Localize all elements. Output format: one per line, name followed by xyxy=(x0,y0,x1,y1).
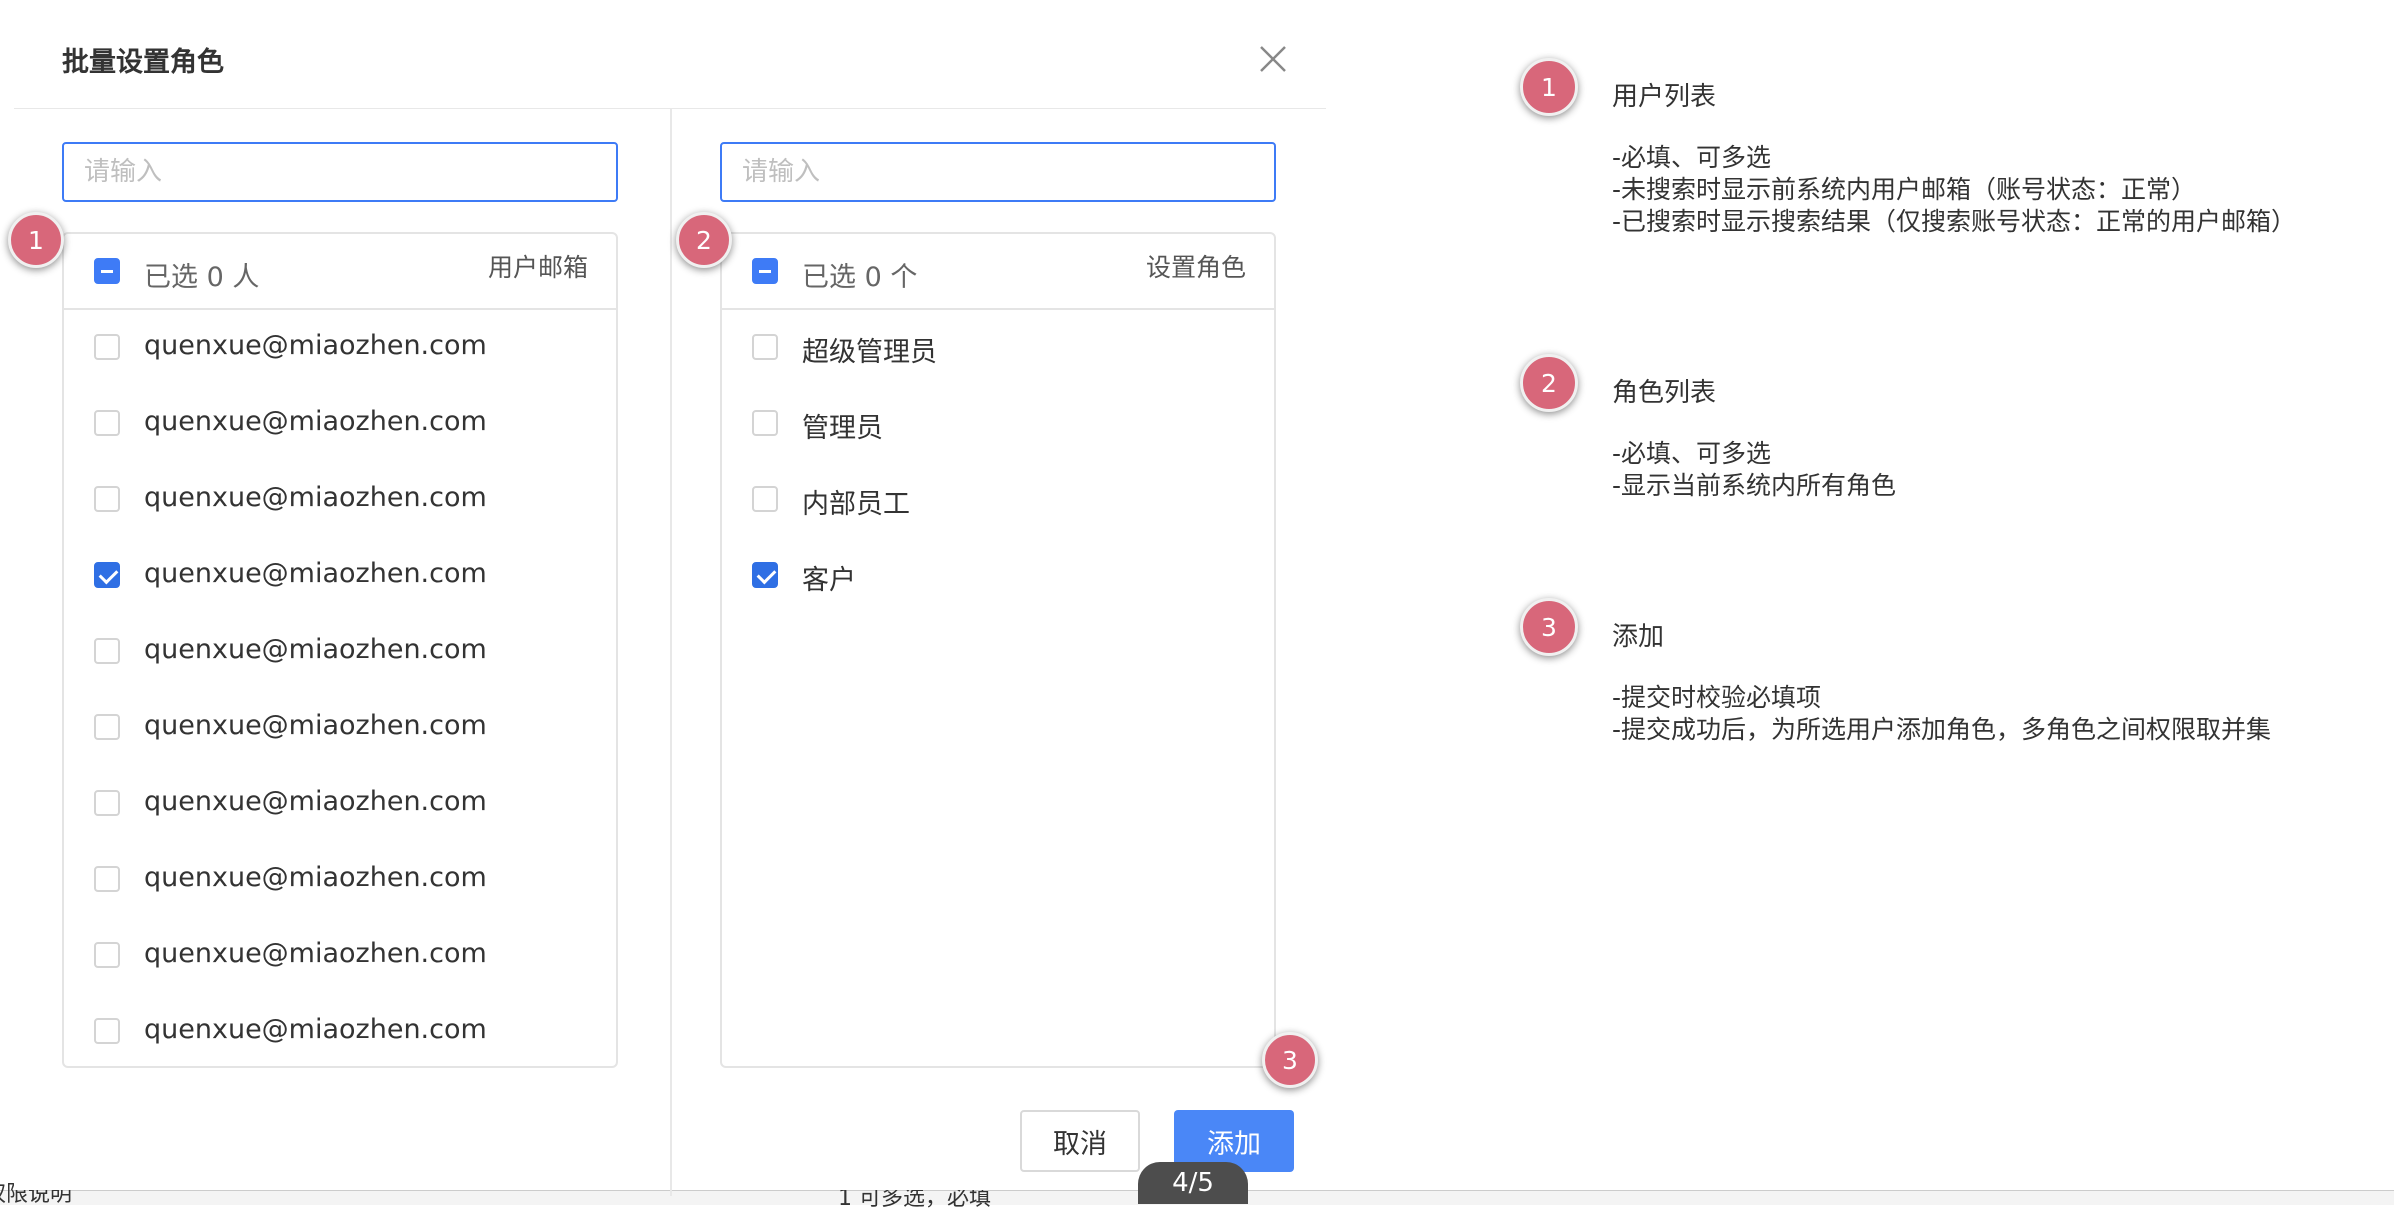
role-label: 管理员 xyxy=(802,413,883,444)
annotation-number: 1 xyxy=(1520,58,1578,116)
role-selected-count: 已选 0 个 xyxy=(802,262,918,293)
user-row[interactable]: quenxue@miaozhen.com xyxy=(64,614,616,690)
user-search-input[interactable] xyxy=(62,142,618,202)
close-icon[interactable] xyxy=(1256,42,1290,76)
role-checkbox[interactable] xyxy=(752,410,778,436)
user-list-header: 已选 0 人 用户邮箱 xyxy=(64,234,616,310)
user-label: quenxue@miaozhen.com xyxy=(144,710,487,741)
select-all-users-checkbox[interactable] xyxy=(94,258,120,284)
user-selected-count: 已选 0 人 xyxy=(144,262,260,293)
user-list-panel: 已选 0 人 用户邮箱 quenxue@miaozhen.com quenxue@… xyxy=(62,232,618,1068)
role-checkbox[interactable] xyxy=(752,486,778,512)
user-checkbox[interactable] xyxy=(94,714,120,740)
annotation-number: 3 xyxy=(1520,598,1578,656)
user-label: quenxue@miaozhen.com xyxy=(144,786,487,817)
user-row[interactable]: quenxue@miaozhen.com xyxy=(64,766,616,842)
modal-header: 批量设置角色 xyxy=(14,6,1326,109)
batch-set-role-modal: 批量设置角色 已选 0 人 用户邮箱 quenxue@miaozhen.com q… xyxy=(14,6,1326,1196)
user-row[interactable]: quenxue@miaozhen.com xyxy=(64,690,616,766)
user-row[interactable]: quenxue@miaozhen.com xyxy=(64,842,616,918)
panel-divider xyxy=(670,108,672,1196)
annotation-number: 2 xyxy=(1520,354,1578,412)
select-all-roles-checkbox[interactable] xyxy=(752,258,778,284)
role-search-input[interactable] xyxy=(720,142,1276,202)
user-label: quenxue@miaozhen.com xyxy=(144,482,487,513)
user-checkbox[interactable] xyxy=(94,866,120,892)
user-checkbox[interactable] xyxy=(94,334,120,360)
role-label: 内部员工 xyxy=(802,489,910,520)
annotation-marker-3: 3 xyxy=(1262,1032,1318,1088)
annotation-marker-2: 2 xyxy=(676,212,732,268)
annotation-line: -未搜索时显示前系统内用户邮箱（账号状态：正常） xyxy=(1612,175,2197,204)
role-row[interactable]: 管理员 xyxy=(722,386,1274,462)
role-column-header: 设置角色 xyxy=(1145,253,1246,282)
role-row[interactable]: 超级管理员 xyxy=(722,310,1274,386)
role-row[interactable]: 客户 xyxy=(722,538,1274,614)
annotation-line: -必填、可多选 xyxy=(1612,143,1772,172)
user-label: quenxue@miaozhen.com xyxy=(144,938,487,969)
user-row[interactable]: quenxue@miaozhen.com xyxy=(64,538,616,614)
user-label: quenxue@miaozhen.com xyxy=(144,634,487,665)
user-row[interactable]: quenxue@miaozhen.com xyxy=(64,918,616,994)
user-label: quenxue@miaozhen.com xyxy=(144,406,487,437)
user-row[interactable]: quenxue@miaozhen.com xyxy=(64,462,616,538)
annotation-line: -已搜索时显示搜索结果（仅搜索账号状态：正常的用户邮箱） xyxy=(1612,207,2297,236)
cancel-button[interactable]: 取消 xyxy=(1020,1110,1140,1172)
user-email-column-header: 用户邮箱 xyxy=(487,253,588,282)
user-checkbox[interactable] xyxy=(94,410,120,436)
annotation-title: 用户列表 xyxy=(1612,82,1717,112)
user-checkbox[interactable] xyxy=(94,790,120,816)
user-checkbox[interactable] xyxy=(94,1018,120,1044)
user-checkbox[interactable] xyxy=(94,942,120,968)
annotation-line: -提交时校验必填项 xyxy=(1612,683,1822,712)
user-label: quenxue@miaozhen.com xyxy=(144,1014,487,1045)
annotation-line: -必填、可多选 xyxy=(1612,439,1772,468)
user-label: quenxue@miaozhen.com xyxy=(144,330,487,361)
user-label: quenxue@miaozhen.com xyxy=(144,558,487,589)
annotation-line: -显示当前系统内所有角色 xyxy=(1612,471,1897,500)
role-list-panel: 已选 0 个 设置角色 超级管理员管理员内部员工客户 xyxy=(720,232,1276,1068)
user-checkbox[interactable] xyxy=(94,638,120,664)
modal-title: 批量设置角色 xyxy=(62,47,224,78)
annotation-title: 角色列表 xyxy=(1612,378,1717,408)
user-checkbox[interactable] xyxy=(94,562,120,588)
annotation-title: 添加 xyxy=(1612,622,1665,652)
annotation-line: -提交成功后，为所选用户添加角色，多角色之间权限取并集 xyxy=(1612,715,2272,744)
user-row[interactable]: quenxue@miaozhen.com xyxy=(64,994,616,1070)
role-label: 客户 xyxy=(802,565,856,596)
user-checkbox[interactable] xyxy=(94,486,120,512)
annotation-marker-1: 1 xyxy=(8,212,64,268)
role-checkbox[interactable] xyxy=(752,562,778,588)
user-row[interactable]: quenxue@miaozhen.com xyxy=(64,310,616,386)
user-row[interactable]: quenxue@miaozhen.com xyxy=(64,386,616,462)
user-label: quenxue@miaozhen.com xyxy=(144,862,487,893)
page-indicator: 4/5 xyxy=(1138,1162,1248,1204)
role-row[interactable]: 内部员工 xyxy=(722,462,1274,538)
role-checkbox[interactable] xyxy=(752,334,778,360)
background-page-edge xyxy=(0,0,5,1204)
role-list-header: 已选 0 个 设置角色 xyxy=(722,234,1274,310)
role-label: 超级管理员 xyxy=(802,337,937,368)
